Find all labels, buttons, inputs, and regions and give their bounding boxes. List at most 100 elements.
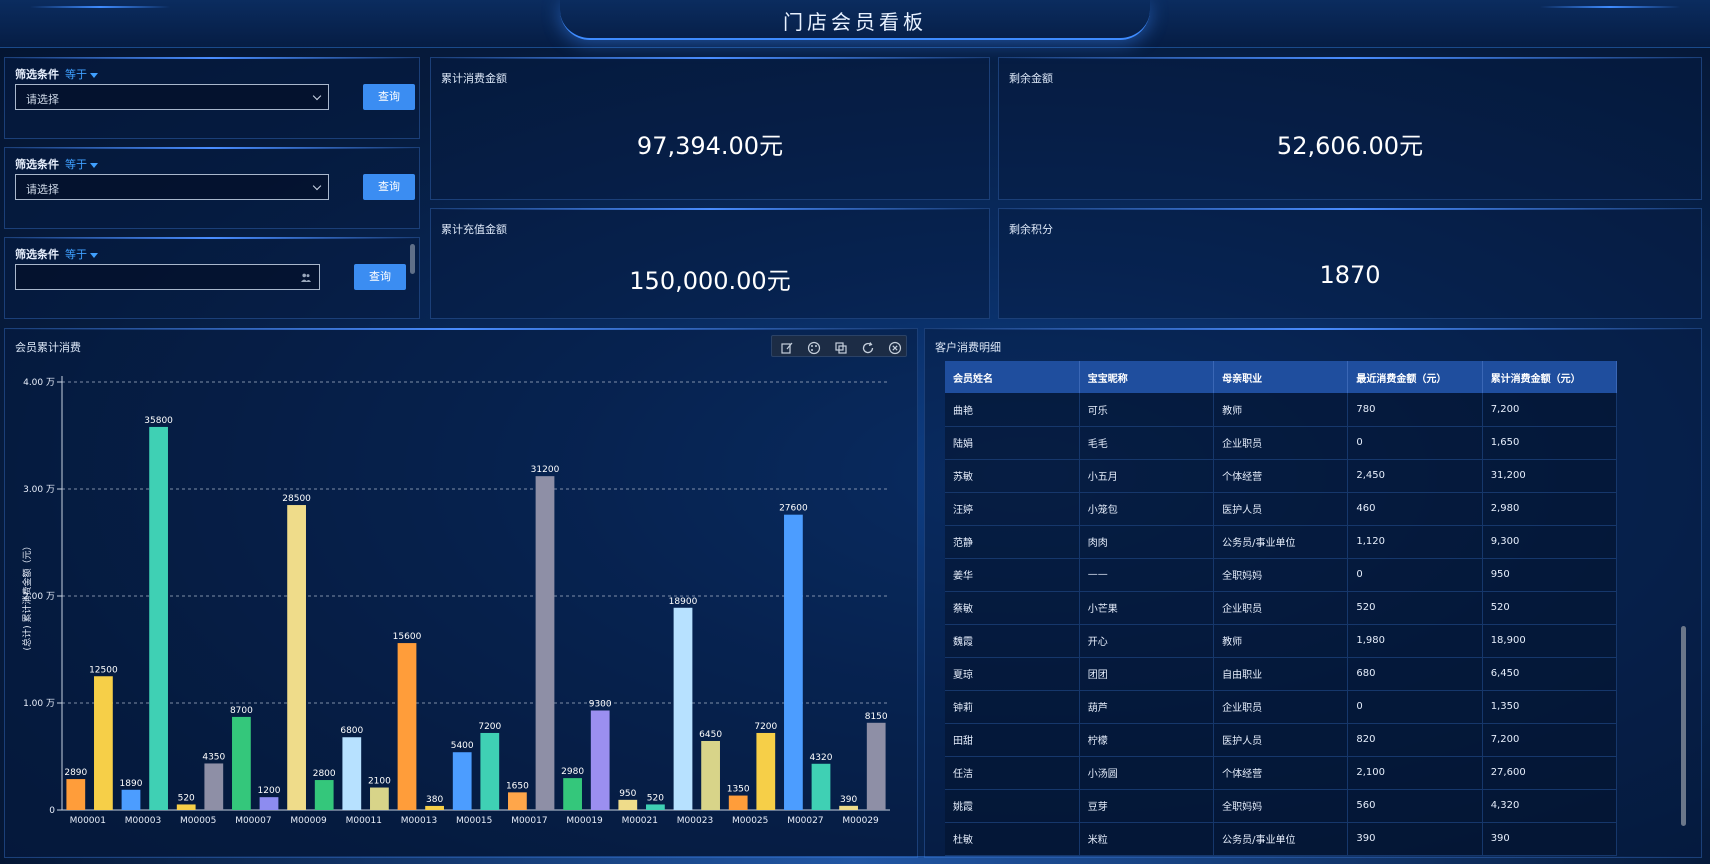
table-cell: 0 <box>1347 690 1483 724</box>
bar <box>701 740 720 810</box>
bar <box>66 779 86 810</box>
bar <box>397 643 417 810</box>
table-cell: 米粒 <box>1079 822 1215 856</box>
table-cell: 自由职业 <box>1213 657 1349 691</box>
kpi-label: 累计消费金额 <box>441 72 507 85</box>
kpi-total-recharge: 累计充值金额 150,000.00元 <box>430 208 990 319</box>
filter-operator-dropdown[interactable]: 等于 <box>65 246 98 262</box>
y-tick-label: 1.00 万 <box>23 699 55 709</box>
data-label: 2800 <box>313 769 336 779</box>
table-cell: 1,980 <box>1347 624 1483 658</box>
table-row[interactable]: 钟莉 葫芦 企业职员 0 1,350 <box>945 690 1618 724</box>
filter-label: 筛选条件 <box>15 68 59 81</box>
column-header[interactable]: 母亲职业 <box>1213 361 1349 393</box>
data-label: 8150 <box>865 712 888 722</box>
bar <box>232 716 251 810</box>
column-header[interactable]: 会员姓名 <box>945 361 1080 393</box>
data-label: 1200 <box>258 786 281 796</box>
bottom-glow <box>0 856 1710 864</box>
table-row[interactable]: 陆娟 毛毛 企业职员 0 1,650 <box>945 426 1618 460</box>
data-label: 950 <box>619 789 636 799</box>
bar <box>728 795 748 810</box>
kpi-label: 累计充值金额 <box>441 223 507 236</box>
table-cell: —— <box>1079 558 1215 592</box>
bar <box>259 797 279 810</box>
query-button[interactable]: 查询 <box>363 84 415 110</box>
table-cell: 18,900 <box>1482 624 1618 658</box>
data-label: 28500 <box>282 494 311 504</box>
table-scrollbar[interactable] <box>1681 626 1686 826</box>
x-tick-label: M00025 <box>732 816 768 826</box>
y-tick-label: 4.00 万 <box>23 378 55 388</box>
table-cell: 560 <box>1347 789 1483 823</box>
bar <box>673 607 693 810</box>
data-label: 27600 <box>779 504 808 514</box>
filter-select-placeholder: 请选择 <box>26 93 59 106</box>
x-tick-label: M00001 <box>70 816 106 826</box>
column-header[interactable]: 累计消费金额（元） <box>1482 361 1618 393</box>
table-row[interactable]: 姜华 —— 全职妈妈 0 950 <box>945 558 1618 592</box>
bar <box>342 737 362 810</box>
bar <box>839 805 858 810</box>
filter-operator-dropdown[interactable]: 等于 <box>65 156 98 172</box>
bar <box>452 752 472 810</box>
table-row[interactable]: 任洁 小汤圆 个体经营 2,100 27,600 <box>945 756 1618 790</box>
table-row[interactable]: 曲艳 可乐 教师 780 7,200 <box>945 393 1618 427</box>
bar <box>425 805 444 810</box>
table-cell: 520 <box>1347 591 1483 625</box>
table-cell: 教师 <box>1213 393 1349 427</box>
table-row[interactable]: 夏琼 团团 自由职业 680 6,450 <box>945 657 1618 691</box>
table-cell: 小五月 <box>1079 459 1215 493</box>
data-label: 4350 <box>202 752 225 762</box>
query-button[interactable]: 查询 <box>363 174 415 200</box>
table-cell: 个体经营 <box>1213 756 1349 790</box>
data-label: 6800 <box>340 726 363 736</box>
table-cell: 1,350 <box>1482 690 1618 724</box>
query-button[interactable]: 查询 <box>354 264 406 290</box>
bar <box>287 505 306 810</box>
filter-select[interactable]: 请选择 <box>15 174 329 200</box>
bar <box>176 804 196 810</box>
x-tick-label: M00009 <box>290 816 327 826</box>
data-label: 390 <box>840 795 857 805</box>
column-header[interactable]: 最近消费金额（元） <box>1347 361 1483 393</box>
x-tick-label: M00019 <box>566 816 603 826</box>
table-cell: 小笼包 <box>1079 492 1215 526</box>
data-label: 380 <box>426 795 443 805</box>
table-cell: 肉肉 <box>1079 525 1215 559</box>
bar <box>121 789 141 810</box>
table-row[interactable]: 魏霞 开心 教师 1,980 18,900 <box>945 624 1618 658</box>
table-row[interactable]: 范静 肉肉 公务员/事业单位 1,120 9,300 <box>945 525 1618 559</box>
table-cell: 820 <box>1347 723 1483 757</box>
data-label: 9300 <box>589 699 612 709</box>
table-row[interactable]: 蔡敏 小芒果 企业职员 520 520 <box>945 591 1618 625</box>
table-body: 曲艳 可乐 教师 780 7,200 陆娟 毛毛 企业职员 0 1,650 苏敏 小五月 个体经营 2,4… <box>945 393 1618 856</box>
table-row[interactable]: 姚霞 豆芽 全职妈妈 560 4,320 <box>945 789 1618 823</box>
x-tick-label: M00013 <box>401 816 437 826</box>
filter-operator-dropdown[interactable]: 等于 <box>65 66 98 82</box>
table-cell: 公务员/事业单位 <box>1213 525 1349 559</box>
table-row[interactable]: 杜敏 米粒 公务员/事业单位 390 390 <box>945 822 1618 856</box>
filter-scrollbar[interactable] <box>410 244 415 274</box>
data-label: 2890 <box>64 768 87 778</box>
table-row[interactable]: 苏敏 小五月 个体经营 2,450 31,200 <box>945 459 1618 493</box>
data-label: 35800 <box>144 416 173 426</box>
table-header: 会员姓名 宝宝昵称 母亲职业 最近消费金额（元） 累计消费金额（元） <box>945 361 1618 393</box>
filter-text-input[interactable] <box>15 264 320 290</box>
table-cell: 7,200 <box>1482 723 1618 757</box>
table-cell: 520 <box>1482 591 1618 625</box>
table-cell: 7,200 <box>1482 393 1618 427</box>
x-tick-label: M00027 <box>787 816 823 826</box>
table-row[interactable]: 田甜 柠檬 医护人员 820 7,200 <box>945 723 1618 757</box>
table-cell: 夏琼 <box>945 657 1080 691</box>
table-row[interactable]: 汪婷 小笼包 医护人员 460 2,980 <box>945 492 1618 526</box>
x-tick-label: M00021 <box>622 816 658 826</box>
filter-label: 筛选条件 <box>15 158 59 171</box>
bar <box>756 732 776 810</box>
caret-down-icon <box>90 252 98 258</box>
column-header[interactable]: 宝宝昵称 <box>1079 361 1215 393</box>
table-cell: 2,100 <box>1347 756 1483 790</box>
table-cell: 杜敏 <box>945 822 1080 856</box>
filter-select[interactable]: 请选择 <box>15 84 329 110</box>
table-cell: 姜华 <box>945 558 1080 592</box>
